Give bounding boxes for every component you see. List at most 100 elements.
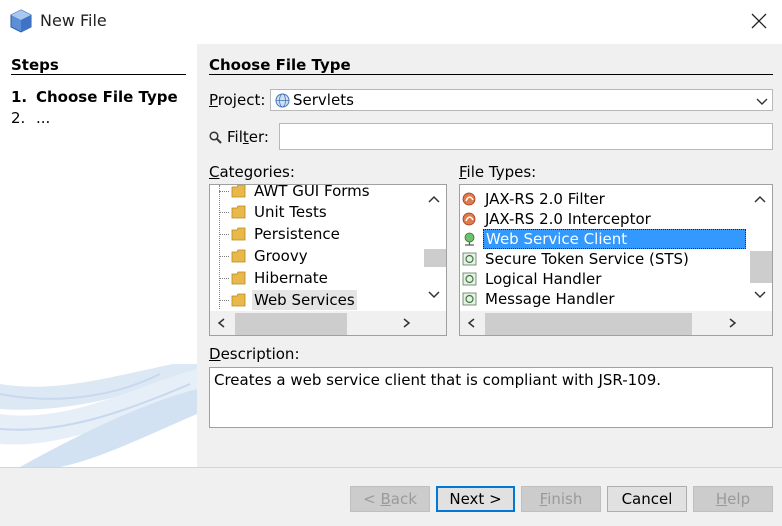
- description-text: Creates a web service client that is com…: [214, 371, 662, 389]
- scroll-up-icon[interactable]: [426, 193, 442, 205]
- scrollbar-corner: [748, 311, 772, 335]
- file-type-item[interactable]: Secure Token Service (STS): [460, 249, 748, 269]
- folder-icon: [231, 205, 246, 219]
- category-item[interactable]: Groovy: [210, 246, 422, 266]
- file-types-list[interactable]: JAX-RS 2.0 Filter JAX-RS 2.0 Interceptor…: [459, 184, 773, 336]
- steps-heading: Steps: [11, 56, 59, 74]
- label-text: roject:: [217, 91, 266, 109]
- description-box: Creates a web service client that is com…: [209, 367, 773, 428]
- file-type-label: JAX-RS 2.0 Interceptor: [485, 210, 651, 228]
- scroll-up-icon[interactable]: [752, 193, 768, 205]
- category-item[interactable]: AWT GUI Forms: [210, 184, 422, 201]
- scroll-right-icon[interactable]: [726, 317, 738, 329]
- filter-label: Filter:: [227, 128, 269, 146]
- category-label: Unit Tests: [254, 203, 327, 221]
- file-type-item[interactable]: Logical Handler: [460, 269, 748, 289]
- scroll-right-icon[interactable]: [400, 317, 412, 329]
- scrollbar-thumb[interactable]: [235, 313, 347, 335]
- finish-button[interactable]: Finish: [521, 486, 601, 512]
- categories-horizontal-scrollbar[interactable]: [210, 311, 422, 335]
- folder-icon: [231, 185, 246, 198]
- file-type-label: Message Handler: [485, 290, 615, 308]
- file-type-item[interactable]: JAX-RS 2.0 Filter: [460, 189, 748, 209]
- folder-icon: [231, 227, 246, 241]
- category-label: Persistence: [254, 225, 340, 243]
- button-text: ack: [390, 490, 417, 508]
- scroll-left-icon[interactable]: [216, 317, 228, 329]
- scrollbar-corner: [422, 311, 446, 335]
- next-button[interactable]: Next >: [436, 486, 515, 512]
- label-text: Fil: [227, 128, 243, 146]
- jaxrs-icon: [462, 212, 476, 226]
- file-type-label: Logical Handler: [485, 270, 602, 288]
- scrollbar-thumb[interactable]: [485, 313, 692, 335]
- scroll-left-icon[interactable]: [466, 317, 478, 329]
- step-1: 1. Choose File Type: [11, 88, 178, 106]
- category-item-selected[interactable]: Web Services: [210, 290, 422, 310]
- back-button[interactable]: < Back: [350, 486, 430, 512]
- chevron-down-icon[interactable]: [754, 93, 770, 109]
- handler-icon: [462, 252, 477, 266]
- category-item[interactable]: Persistence: [210, 224, 422, 244]
- file-type-item[interactable]: Message Handler: [460, 289, 748, 309]
- project-combobox[interactable]: Servlets: [270, 89, 773, 111]
- mnemonic-char: D: [209, 345, 221, 363]
- folder-icon: [231, 271, 246, 285]
- heading-divider: [209, 74, 773, 75]
- steps-panel: Steps 1. Choose File Type 2....: [0, 44, 197, 467]
- file-types-horizontal-scrollbar[interactable]: [460, 311, 748, 335]
- label-text: ile Types:: [466, 163, 537, 181]
- category-item[interactable]: Unit Tests: [210, 202, 422, 222]
- close-icon[interactable]: [744, 6, 774, 36]
- scrollbar-thumb[interactable]: [750, 251, 772, 283]
- step-number: 1.: [11, 88, 28, 106]
- mnemonic-char: C: [209, 163, 220, 181]
- button-bar: < Back Next > Finish Cancel Help: [0, 468, 782, 526]
- web-service-client-icon: [464, 232, 475, 246]
- label-text: escription:: [220, 345, 300, 363]
- main-panel: Choose File Type Project: Servlets Filte…: [197, 44, 782, 467]
- description-label: Description:: [209, 345, 300, 363]
- window-title: New File: [40, 11, 107, 30]
- file-type-item-selected[interactable]: Web Service Client: [460, 229, 748, 249]
- file-types-vertical-scrollbar[interactable]: [748, 185, 772, 309]
- jaxrs-icon: [462, 192, 476, 206]
- project-globe-icon: [275, 93, 290, 108]
- step-number: 2.: [11, 109, 26, 127]
- help-button[interactable]: Help: [693, 486, 773, 512]
- panel-heading: Choose File Type: [209, 56, 351, 74]
- scroll-down-icon[interactable]: [426, 289, 442, 301]
- category-label: Groovy: [254, 247, 308, 265]
- folder-icon: [231, 249, 246, 263]
- cancel-button[interactable]: Cancel: [607, 486, 687, 512]
- scrollbar-thumb[interactable]: [424, 249, 446, 267]
- mnemonic-char: F: [459, 163, 467, 181]
- categories-tree[interactable]: AWT GUI Forms Unit Tests Persistence Gro…: [209, 184, 447, 336]
- category-label: Web Services: [252, 290, 357, 310]
- project-label: Project:: [209, 91, 265, 109]
- step-label: ...: [36, 109, 51, 127]
- steps-divider: [11, 74, 186, 75]
- filter-input[interactable]: [279, 123, 773, 150]
- file-type-item[interactable]: JAX-RS 2.0 Interceptor: [460, 209, 748, 229]
- file-types-label: File Types:: [459, 163, 536, 181]
- search-icon: [209, 131, 222, 144]
- categories-vertical-scrollbar[interactable]: [422, 185, 446, 309]
- title-bar[interactable]: New File: [0, 0, 782, 44]
- file-type-label: JAX-RS 2.0 Filter: [485, 190, 605, 208]
- mnemonic-char: H: [715, 490, 728, 508]
- category-item[interactable]: Hibernate: [210, 268, 422, 288]
- step-label: Choose File Type: [36, 88, 178, 106]
- step-2: 2....: [11, 109, 50, 127]
- new-file-dialog: New File Steps 1. Choose File Type 2.... …: [0, 0, 782, 526]
- categories-label: Categories:: [209, 163, 295, 181]
- file-type-label: Secure Token Service (STS): [485, 250, 689, 268]
- category-label: AWT GUI Forms: [254, 184, 370, 200]
- label-text: er:: [248, 128, 269, 146]
- mnemonic-char: P: [209, 91, 218, 109]
- mnemonic-char: B: [380, 490, 391, 508]
- handler-icon: [462, 292, 477, 306]
- scroll-down-icon[interactable]: [752, 289, 768, 301]
- handler-icon: [462, 272, 477, 286]
- label-text: ategories:: [219, 163, 295, 181]
